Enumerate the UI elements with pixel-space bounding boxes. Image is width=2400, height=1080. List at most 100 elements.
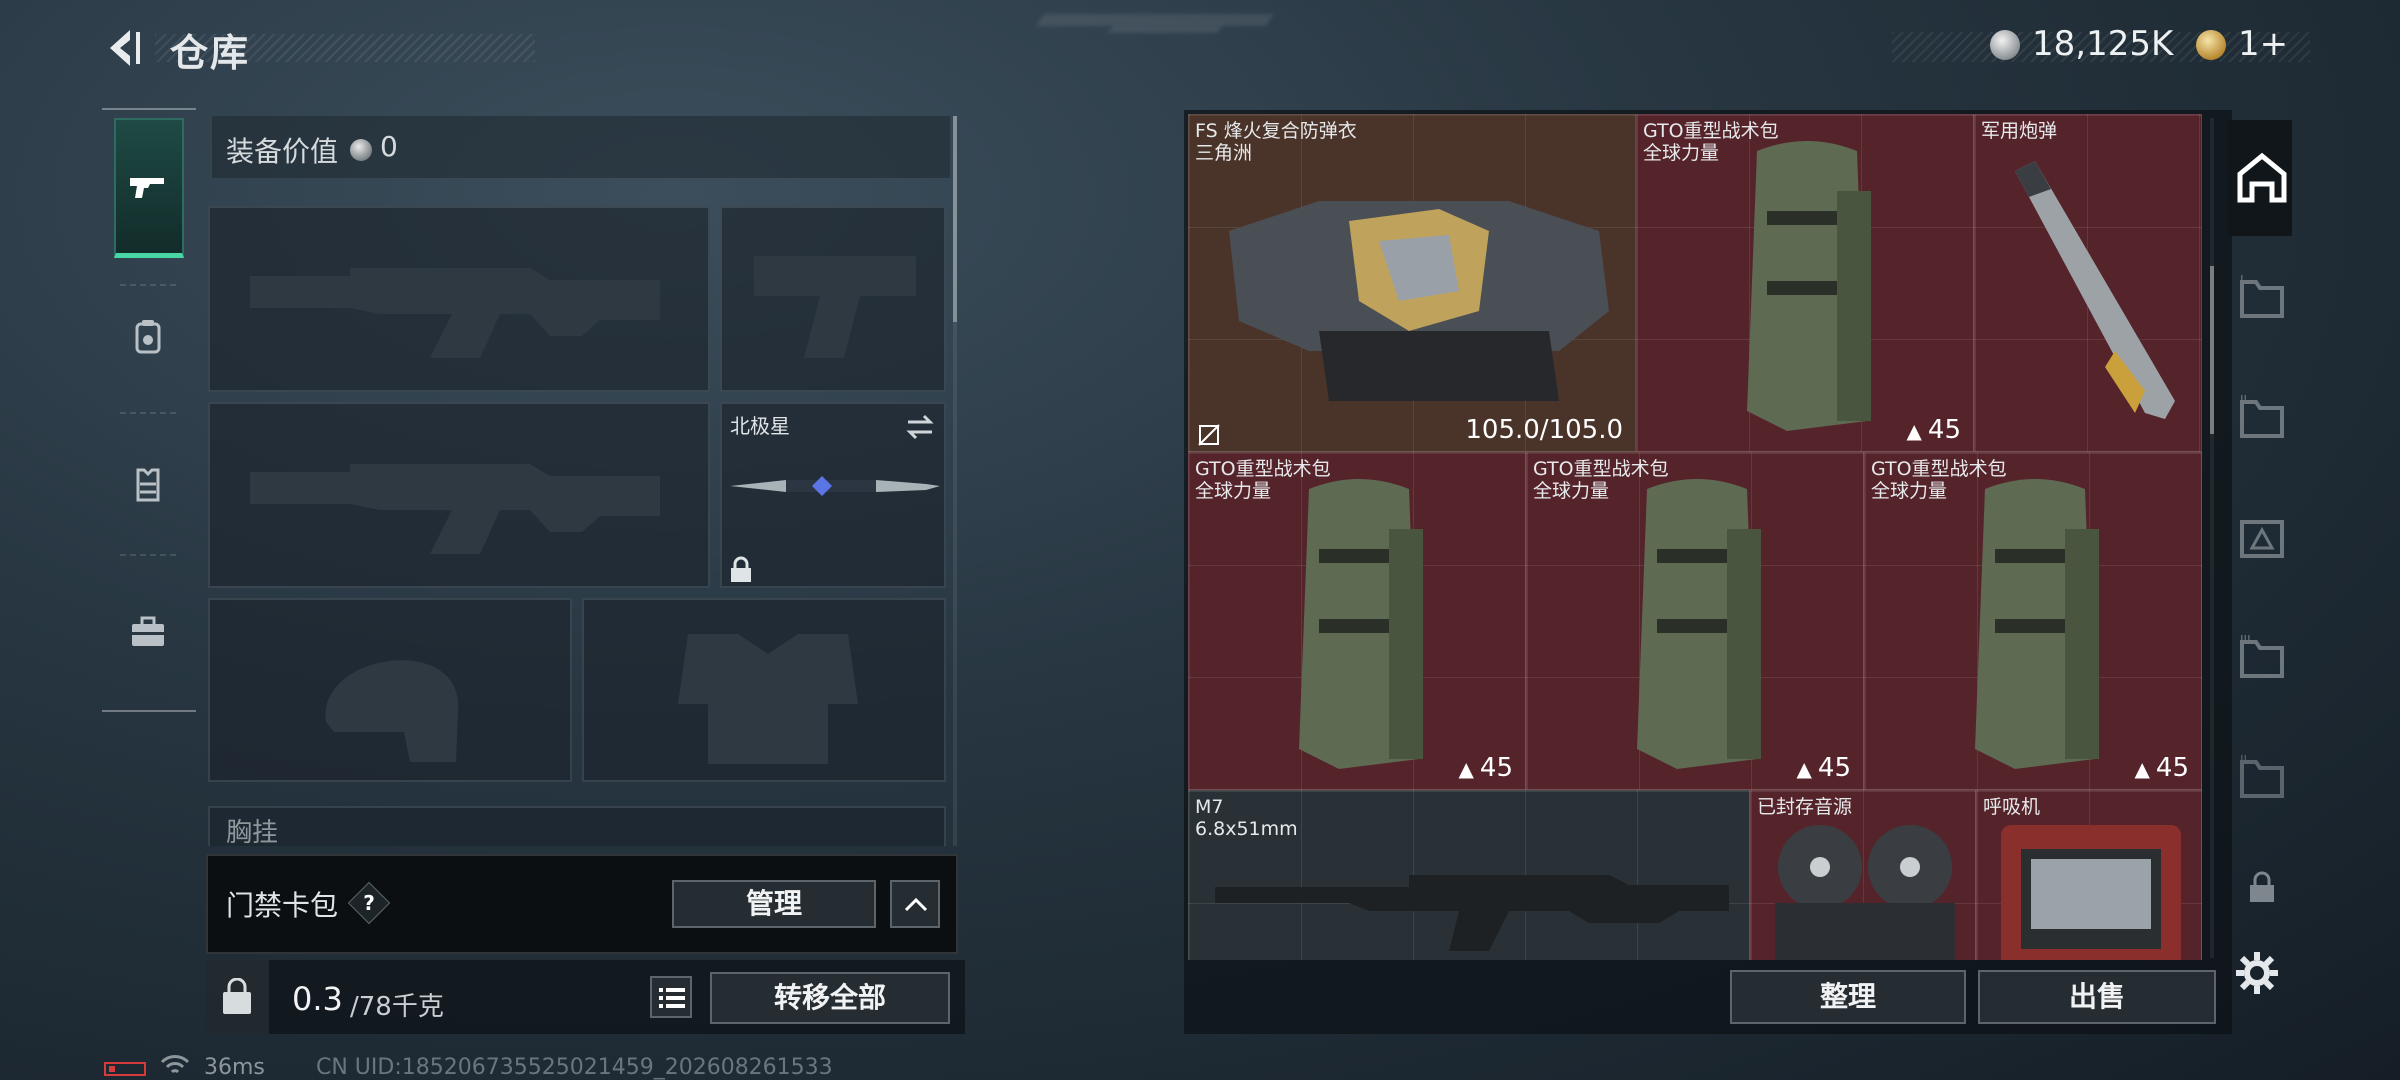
item-capacity: ▲ 45	[1458, 753, 1513, 783]
chest-rig-label: 胸挂	[226, 818, 279, 848]
svg-text:II: II	[2240, 393, 2247, 407]
item-sealed-audio[interactable]: 已封存音源	[1750, 790, 1976, 960]
storage-tab-3-icon[interactable]	[2234, 510, 2290, 566]
collapse-button[interactable]	[890, 880, 940, 928]
silver-amount: 18,125K	[2032, 24, 2174, 64]
item-brand: 全球力量	[1533, 480, 1610, 502]
item-durability: 105.0/105.0	[1465, 415, 1623, 445]
storage-scroll-track[interactable]	[2210, 118, 2214, 958]
no-repair-icon	[1198, 424, 1220, 446]
svg-text:III: III	[2240, 633, 2251, 647]
item-backpack[interactable]: GTO重型战术包 全球力量 ▲ 45	[1526, 452, 1864, 790]
network-ping: 36ms	[204, 1055, 265, 1080]
list-icon	[659, 988, 685, 1008]
keycard-wallet-label: 门禁卡包	[226, 889, 339, 922]
item-backpack[interactable]: GTO重型战术包 全球力量 ▲ 45	[1636, 114, 1974, 452]
gun-icon	[130, 178, 164, 198]
back-arrow-icon[interactable]	[102, 26, 146, 70]
list-view-button[interactable]	[650, 976, 692, 1018]
rifle-art	[1215, 875, 1729, 951]
item-brand: 全球力量	[1643, 142, 1720, 164]
capacity-icon: ▲	[2134, 757, 2150, 781]
lock-icon	[731, 556, 751, 582]
silver-coin-icon	[350, 139, 372, 161]
item-name: 军用炮弹	[1981, 120, 2058, 142]
pistol-silhouette-icon	[754, 256, 916, 358]
primary-weapon-slot[interactable]	[208, 206, 710, 392]
helmet-slot[interactable]	[208, 598, 572, 782]
svg-text:I: I	[2240, 273, 2244, 287]
backpack-art	[1975, 479, 2099, 769]
sort-button[interactable]: 整理	[1730, 970, 1966, 1024]
background-streak	[1107, 26, 1223, 33]
storage-scroll-thumb[interactable]	[2210, 266, 2214, 434]
vest-silhouette-icon	[678, 634, 858, 764]
gold-coin-icon[interactable]	[2196, 30, 2226, 60]
gold-amount[interactable]: 1+	[2238, 24, 2288, 64]
storage-grid: FS 烽火复合防弹衣 三角洲 105.0/105.0 GTO重型战术包 全球力量…	[1188, 114, 2202, 960]
vest-icon[interactable]	[128, 464, 168, 504]
storage-tab-4-icon[interactable]: III	[2234, 630, 2290, 686]
weight-lock-icon	[223, 978, 251, 1014]
capacity-icon: ▲	[1906, 419, 1922, 443]
equipment-value-amount: 0	[380, 130, 398, 163]
ventilator-art	[2001, 825, 2181, 960]
swap-icon[interactable]	[904, 412, 936, 442]
storage-tab-5-icon[interactable]: II	[2234, 750, 2290, 806]
page-title: 仓库	[170, 31, 251, 75]
svg-text:II: II	[2240, 753, 2247, 767]
chevron-up-icon	[904, 897, 928, 912]
manage-button[interactable]: 管理	[672, 880, 876, 928]
storage-tab-2-icon[interactable]: II	[2234, 390, 2290, 446]
rifle-silhouette-icon	[250, 268, 660, 358]
armor-vest-art	[1229, 201, 1609, 401]
helmet-silhouette-icon	[325, 660, 459, 762]
item-backpack[interactable]: GTO重型战术包 全球力量 ▲ 45	[1864, 452, 2202, 790]
capacity-icon: ▲	[1796, 757, 1812, 781]
nav-divider	[120, 284, 176, 286]
item-capacity: ▲ 45	[1906, 415, 1961, 445]
backpack-art	[1747, 141, 1871, 431]
shell-art	[2015, 161, 2175, 419]
weight-current: 0.3	[292, 980, 343, 1018]
transfer-all-button[interactable]: 转移全部	[710, 972, 950, 1024]
user-uid: CN UID:185206735525021459_202608261533	[316, 1055, 833, 1080]
chest-rig-slot[interactable]	[208, 806, 946, 846]
melee-name: 北极星	[730, 414, 790, 438]
item-capacity: ▲ 45	[1796, 753, 1851, 783]
item-rifle[interactable]: M7 6.8x51mm	[1188, 790, 1750, 960]
gear-icon[interactable]	[2234, 950, 2280, 996]
sell-button[interactable]: 出售	[1978, 970, 2216, 1024]
locked-tab-icon	[2250, 871, 2274, 902]
weight-max: /78千克	[350, 992, 444, 1022]
background-streak	[1036, 14, 1274, 26]
item-name: M7	[1195, 796, 1224, 818]
toolbox-icon[interactable]	[128, 612, 168, 652]
backpack-icon[interactable]	[128, 316, 168, 356]
item-name: 已封存音源	[1757, 796, 1853, 818]
item-ventilator[interactable]: 呼吸机	[1976, 790, 2202, 960]
help-glyph: ?	[363, 891, 375, 915]
melee-slot[interactable]: 北极星	[720, 402, 946, 588]
item-armor[interactable]: FS 烽火复合防弹衣 三角洲 105.0/105.0	[1188, 114, 1636, 452]
storage-tab-1-icon[interactable]: I	[2234, 270, 2290, 326]
nav-divider	[120, 554, 176, 556]
item-name: 呼吸机	[1983, 796, 2041, 818]
item-brand: 全球力量	[1871, 480, 1948, 502]
secondary-weapon-slot[interactable]	[208, 402, 710, 588]
warehouse-icon	[2237, 152, 2287, 203]
pistol-slot[interactable]	[720, 206, 946, 392]
wifi-icon	[160, 1055, 190, 1074]
capacity-icon: ▲	[1458, 757, 1474, 781]
battery-icon	[104, 1062, 146, 1076]
item-backpack[interactable]: GTO重型战术包 全球力量 ▲ 45	[1188, 452, 1526, 790]
item-name: FS 烽火复合防弹衣	[1195, 120, 1357, 142]
item-shell[interactable]: 军用炮弹	[1974, 114, 2202, 452]
body-armor-slot[interactable]	[582, 598, 946, 782]
backpack-art	[1637, 479, 1761, 769]
equipment-scroll-thumb[interactable]	[953, 116, 957, 322]
item-brand: 全球力量	[1195, 480, 1272, 502]
item-capacity: ▲ 45	[2134, 753, 2189, 783]
tape-recorder-art	[1775, 825, 1955, 960]
silver-coin-icon	[1990, 30, 2020, 60]
